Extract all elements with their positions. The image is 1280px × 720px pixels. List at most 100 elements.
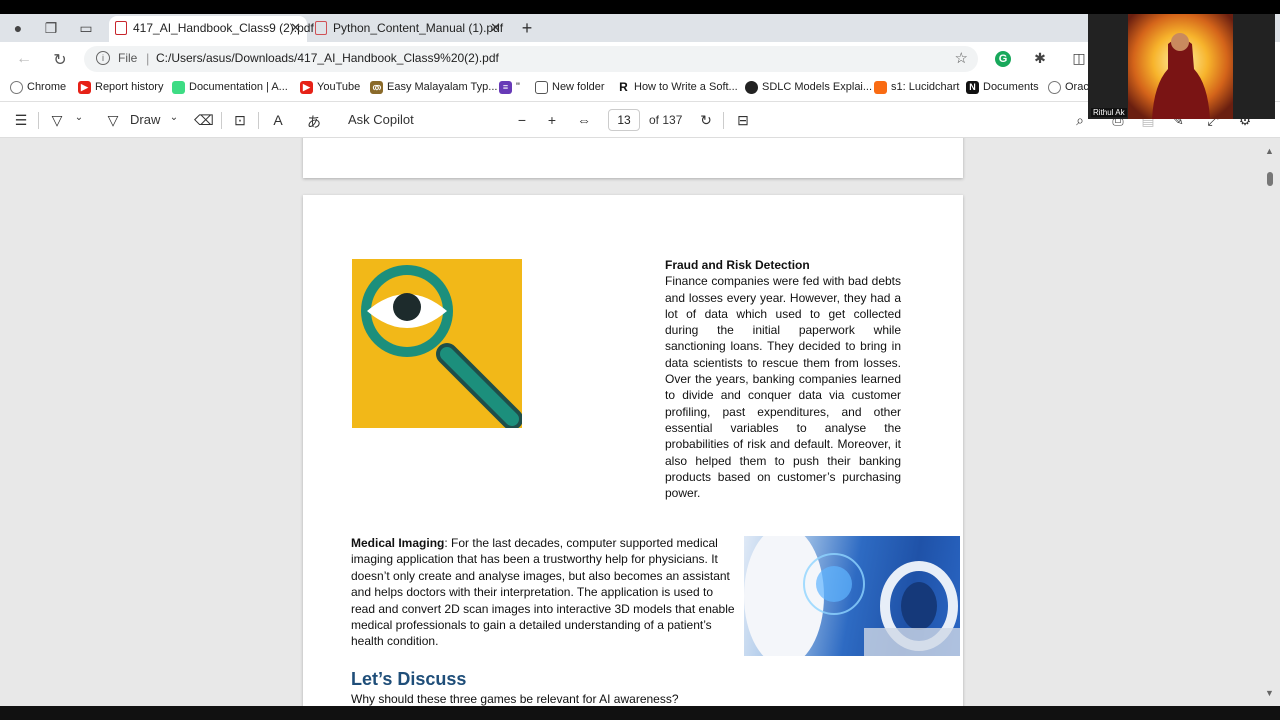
- bookmark-oracle[interactable]: Orac: [1048, 81, 1089, 94]
- circle-icon: [745, 81, 758, 94]
- fraud-section: Fraud and Risk Detection Finance compani…: [665, 257, 901, 501]
- scroll-up-icon[interactable]: ▲: [1265, 146, 1274, 156]
- medical-imaging-image: [744, 536, 960, 656]
- bookmark-label: New folder: [552, 81, 605, 93]
- medical-heading: Medical Imaging: [351, 536, 445, 550]
- zoom-in-icon[interactable]: +: [543, 112, 561, 128]
- reload-icon[interactable]: ↻: [50, 50, 70, 70]
- split-screen-icon[interactable]: ◫: [1070, 50, 1088, 67]
- pdf-viewer[interactable]: Fraud and Risk Detection Finance compani…: [0, 138, 1280, 710]
- bookmark-label: YouTube: [317, 81, 361, 93]
- bookmark-how-to-write[interactable]: R How to Write a Soft...: [617, 81, 738, 94]
- screen-bottom-bar: [0, 706, 1280, 720]
- close-tab-icon[interactable]: ✕: [490, 16, 501, 40]
- bookmark-youtube[interactable]: ▶ YouTube: [300, 81, 361, 94]
- discuss-heading: Let’s Discuss: [351, 669, 467, 689]
- address-bar[interactable]: i File | C:/Users/asus/Downloads/417_AI_…: [84, 46, 978, 72]
- page-number-input[interactable]: 13: [608, 109, 640, 131]
- magnifying-eye-image: [352, 259, 523, 430]
- scheme-label: File: [118, 51, 138, 65]
- globe-icon: [10, 81, 23, 94]
- bookmark-report-history[interactable]: ▶ Report history: [78, 81, 164, 94]
- back-icon[interactable]: ←: [14, 50, 34, 68]
- bookmark-label: Easy Malayalam Typ...: [387, 81, 498, 93]
- bookmark-lucidchart[interactable]: s1: Lucidchart: [874, 81, 960, 94]
- tab-actions-icon[interactable]: ▭: [78, 20, 94, 36]
- bookmark-label: Documents: [983, 81, 1039, 93]
- bookmark-label: Chrome: [27, 81, 67, 93]
- extensions-icon[interactable]: ✱: [1031, 50, 1049, 67]
- lucidchart-icon: [874, 81, 887, 94]
- youtube-icon: ▶: [78, 81, 91, 94]
- r-icon: R: [617, 81, 630, 94]
- discuss-question: Why should these three games be relevant…: [351, 692, 679, 706]
- close-tab-icon[interactable]: ✕: [290, 16, 301, 40]
- bookmark-label: s1: Lucidchart: [891, 81, 960, 93]
- pdf-page-previous: [303, 138, 963, 178]
- draw-icon[interactable]: ▽: [104, 112, 122, 129]
- separator: |: [146, 51, 150, 66]
- contents-list-icon[interactable]: ☰: [12, 112, 30, 129]
- vertical-scrollbar[interactable]: ▲ ▼: [1265, 138, 1274, 710]
- form-icon: ≡: [499, 81, 512, 94]
- medical-body: : For the last decades, computer support…: [351, 536, 735, 649]
- bookmark-new-folder[interactable]: New folder: [535, 81, 605, 94]
- bookmark-documentation[interactable]: Documentation | A...: [172, 81, 288, 94]
- draw-button[interactable]: Draw: [130, 112, 160, 127]
- workspaces-icon[interactable]: ❐: [43, 20, 59, 36]
- translate-icon[interactable]: あ: [305, 112, 323, 132]
- fraud-heading: Fraud and Risk Detection: [665, 258, 810, 272]
- pdf-icon: [115, 21, 127, 35]
- notion-icon: N: [966, 81, 979, 94]
- screen-top-bar: [0, 0, 1280, 14]
- divider: [38, 112, 39, 129]
- chevron-down-icon[interactable]: ⌄: [165, 112, 183, 123]
- participant-name: Rithul Ak: [1091, 108, 1127, 117]
- highlight-icon[interactable]: ▽: [48, 112, 66, 129]
- ask-copilot-button[interactable]: Ask Copilot: [348, 112, 414, 127]
- tab-title: Python_Content_Manual (1).pdf: [333, 21, 504, 35]
- bookmark-label: Documentation | A...: [189, 81, 288, 93]
- fit-width-icon[interactable]: ⇔: [575, 112, 593, 128]
- favorite-star-icon[interactable]: ☆: [955, 49, 968, 67]
- grammarly-icon[interactable]: G: [995, 51, 1011, 67]
- search-icon[interactable]: ⌕: [1071, 112, 1089, 129]
- new-tab-button[interactable]: +: [517, 18, 537, 39]
- bookmark-label: How to Write a Soft...: [634, 81, 738, 93]
- divider: [221, 112, 222, 129]
- keyboard-icon: ത: [370, 81, 383, 94]
- fraud-body: Finance companies were fed with bad debt…: [665, 274, 901, 501]
- text-box-icon[interactable]: ⊡: [231, 112, 249, 129]
- globe-icon: [1048, 81, 1061, 94]
- tab-handbook[interactable]: 417_AI_Handbook_Class9 (2).pdf ✕: [109, 16, 314, 42]
- page-count: of 137: [649, 113, 683, 127]
- url-text[interactable]: C:/Users/asus/Downloads/417_AI_Handbook_…: [156, 51, 499, 65]
- tab-python-manual[interactable]: Python_Content_Manual (1).pdf ✕: [309, 16, 507, 42]
- folder-icon: [535, 81, 548, 94]
- profile-icon[interactable]: ●: [10, 20, 26, 36]
- divider: [258, 112, 259, 129]
- bookmark-chrome[interactable]: Chrome: [10, 81, 67, 94]
- bookmark-documents[interactable]: N Documents: [966, 81, 1039, 94]
- pdf-icon: [315, 21, 327, 35]
- page-view-icon[interactable]: ⊟: [734, 112, 752, 129]
- chevron-down-icon[interactable]: ⌄: [70, 112, 88, 123]
- bookmark-label: SDLC Models Explai...: [762, 81, 873, 93]
- read-aloud-icon[interactable]: A: [269, 112, 287, 128]
- divider: [723, 112, 724, 129]
- bookmark-easy-malayalam[interactable]: ത Easy Malayalam Typ...: [370, 81, 498, 94]
- scroll-down-icon[interactable]: ▼: [1265, 688, 1274, 698]
- webcam-overlay: Rithul Ak: [1088, 14, 1275, 119]
- bookmark-label: Report history: [95, 81, 164, 93]
- bookmark-label: Orac: [1065, 81, 1089, 93]
- eraser-icon[interactable]: ⌫: [194, 112, 214, 129]
- youtube-icon: ▶: [300, 81, 313, 94]
- info-icon[interactable]: i: [96, 51, 110, 65]
- zoom-out-icon[interactable]: −: [513, 112, 531, 128]
- medical-section: Medical Imaging: For the last decades, c…: [351, 535, 735, 650]
- bookmark-form[interactable]: ≡ ": [499, 81, 520, 94]
- pdf-page-current: Fraud and Risk Detection Finance compani…: [303, 195, 963, 710]
- bookmark-sdlc-models[interactable]: SDLC Models Explai...: [745, 81, 873, 94]
- rotate-icon[interactable]: ↻: [697, 112, 715, 129]
- scroll-thumb[interactable]: [1267, 172, 1273, 186]
